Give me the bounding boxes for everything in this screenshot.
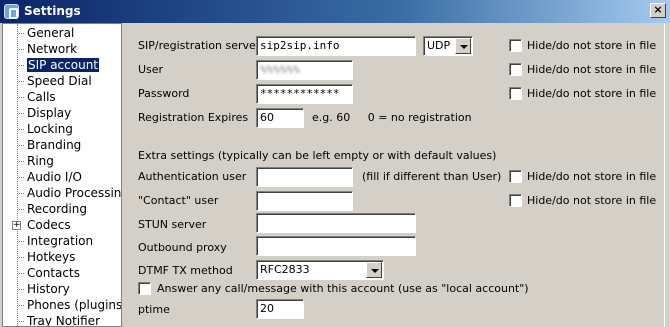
user-value-redacted: %%%%%% bbox=[260, 63, 300, 76]
local-account-checkbox[interactable] bbox=[138, 282, 151, 295]
tree-item-branding[interactable]: Branding bbox=[17, 138, 83, 153]
password-input[interactable]: ************ bbox=[256, 84, 353, 104]
transport-value: UDP bbox=[427, 39, 451, 52]
app-icon bbox=[4, 4, 19, 19]
hide-sip-server-checkbox[interactable] bbox=[509, 39, 522, 52]
registration-expires-label: Registration Expires bbox=[138, 111, 249, 124]
hide-auth-user-checkbox[interactable] bbox=[509, 170, 522, 183]
outbound-proxy-label: Outbound proxy bbox=[138, 241, 227, 254]
hide-contact-user-label: Hide/do not store in file bbox=[527, 194, 657, 207]
dtmf-method-value: RFC2833 bbox=[260, 263, 310, 276]
tree-item-speed-dial[interactable]: Speed Dial bbox=[17, 74, 94, 89]
tree-item-ring[interactable]: Ring bbox=[17, 154, 56, 169]
user-input[interactable]: %%%%%% bbox=[256, 60, 353, 80]
tree-item-recording[interactable]: Recording bbox=[17, 202, 89, 217]
tree-item-codecs[interactable]: Codecs bbox=[25, 218, 73, 233]
tree-item-contacts[interactable]: Contacts bbox=[17, 266, 82, 281]
tree-item-calls[interactable]: Calls bbox=[17, 90, 58, 105]
tree-item-sip-account[interactable]: SIP account bbox=[17, 57, 101, 73]
hide-sip-server-label: Hide/do not store in file bbox=[527, 39, 657, 52]
local-account-label: Answer any call/message with this accoun… bbox=[157, 282, 529, 295]
hide-password-label: Hide/do not store in file bbox=[527, 87, 657, 100]
hide-contact-user-checkbox[interactable] bbox=[509, 194, 522, 207]
tree-item-network[interactable]: Network bbox=[17, 42, 79, 57]
tree-item-history[interactable]: History bbox=[17, 282, 72, 297]
tree-item-integration[interactable]: Integration bbox=[17, 234, 95, 249]
expand-codecs-icon[interactable]: + bbox=[12, 221, 21, 230]
tree-item-phones-plugins[interactable]: Phones (plugins) bbox=[17, 298, 121, 313]
close-button[interactable]: × bbox=[650, 3, 666, 18]
auth-user-hint: (fill if different than User) bbox=[362, 170, 502, 183]
title-bar[interactable]: Settings × bbox=[0, 0, 670, 23]
transport-select[interactable]: UDP bbox=[423, 36, 473, 56]
dropdown-arrow-icon[interactable] bbox=[455, 38, 471, 54]
dtmf-method-label: DTMF TX method bbox=[138, 264, 233, 277]
sip-server-input[interactable]: sip2sip.info bbox=[256, 36, 416, 56]
stun-server-label: STUN server bbox=[138, 218, 207, 231]
hide-password-checkbox[interactable] bbox=[509, 87, 522, 100]
tree-item-display[interactable]: Display bbox=[17, 106, 73, 121]
registration-expires-hint: e.g. 60 0 = no registration bbox=[312, 111, 472, 124]
tree-item-general[interactable]: General bbox=[17, 26, 76, 41]
sip-server-label: SIP/registration server bbox=[138, 39, 261, 52]
contact-user-label: "Contact" user bbox=[138, 194, 219, 207]
hide-auth-user-label: Hide/do not store in file bbox=[527, 170, 657, 183]
hide-user-label: Hide/do not store in file bbox=[527, 63, 657, 76]
contact-user-input[interactable] bbox=[256, 191, 353, 211]
window-title: Settings bbox=[24, 4, 81, 18]
tree-item-tray-notifier[interactable]: Tray Notifier bbox=[17, 314, 102, 326]
auth-user-input[interactable] bbox=[256, 167, 353, 187]
registration-expires-input[interactable]: 60 bbox=[256, 108, 304, 128]
auth-user-label: Authentication user bbox=[138, 170, 247, 183]
tree-connector-line bbox=[17, 24, 18, 326]
tree-item-locking[interactable]: Locking bbox=[17, 122, 75, 137]
vertical-scrollbar[interactable] bbox=[664, 23, 670, 327]
tree-item-audio-io[interactable]: Audio I/O bbox=[17, 170, 84, 185]
dtmf-method-select[interactable]: RFC2833 bbox=[256, 260, 384, 280]
hide-user-checkbox[interactable] bbox=[509, 63, 522, 76]
stun-server-input[interactable] bbox=[256, 213, 416, 233]
outbound-proxy-input[interactable] bbox=[256, 236, 416, 256]
settings-tree[interactable]: General Network SIP account Speed Dial C… bbox=[2, 23, 122, 327]
ptime-input[interactable]: 20 bbox=[256, 299, 304, 319]
ptime-label: ptime bbox=[138, 303, 170, 316]
sip-account-panel: SIP/registration server sip2sip.info UDP… bbox=[126, 23, 670, 327]
extra-settings-heading: Extra settings (typically can be left em… bbox=[138, 149, 497, 162]
tree-item-audio-processing[interactable]: Audio Processing bbox=[17, 186, 121, 201]
user-label: User bbox=[138, 63, 164, 76]
dropdown-arrow-icon[interactable] bbox=[366, 262, 382, 278]
password-label: Password bbox=[138, 87, 190, 100]
tree-item-hotkeys[interactable]: Hotkeys bbox=[17, 250, 77, 265]
